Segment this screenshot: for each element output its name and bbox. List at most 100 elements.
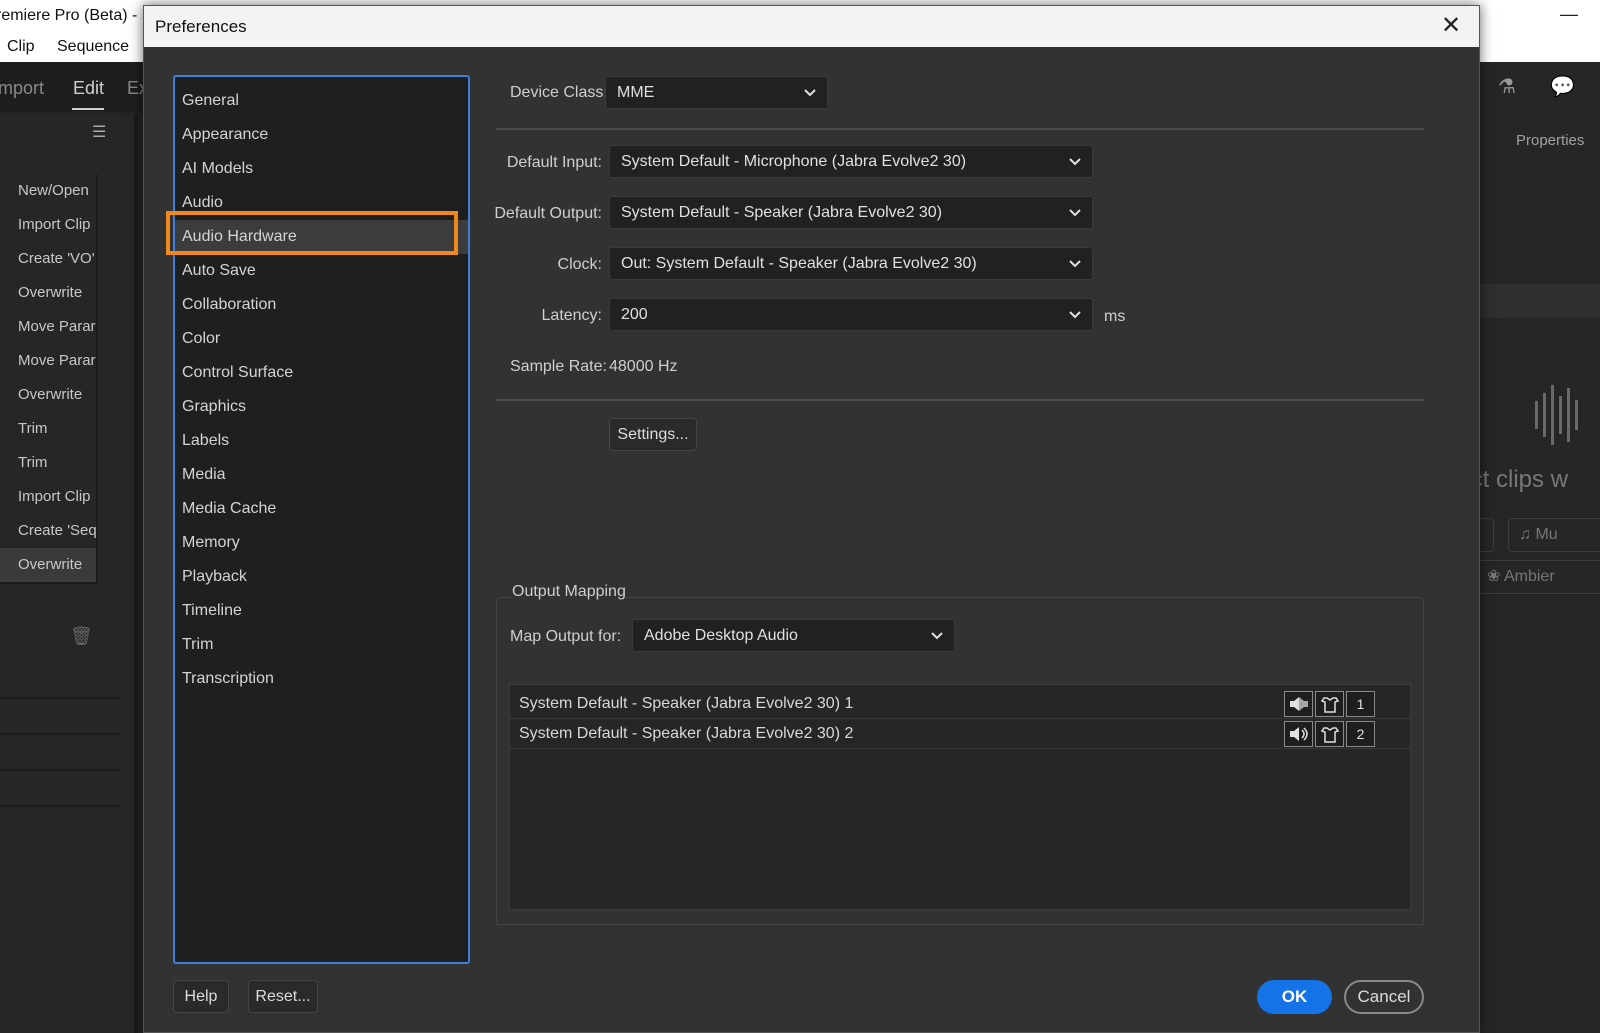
ambience-icon: ❀ — [1487, 568, 1504, 585]
shirt-icon[interactable] — [1315, 691, 1344, 717]
category-audio[interactable]: Audio — [175, 186, 468, 220]
divider — [0, 697, 120, 699]
music-note-icon: ♫ — [1519, 526, 1536, 543]
category-audio-hardware[interactable]: Audio Hardware — [175, 220, 468, 254]
latency-dropdown[interactable]: 200 — [609, 298, 1093, 331]
minimize-icon[interactable]: — — [1560, 4, 1578, 25]
ok-button[interactable]: OK — [1257, 980, 1332, 1014]
clock-value: Out: System Default - Speaker (Jabra Evo… — [621, 255, 977, 272]
history-panel: ☰ New/Open Import Clip Create 'VO' Overw… — [0, 114, 138, 1033]
default-output-dropdown[interactable]: System Default - Speaker (Jabra Evolve2 … — [609, 196, 1093, 229]
music-chip[interactable]: ♫ Mu — [1508, 518, 1600, 552]
history-item[interactable]: Trim — [0, 412, 96, 446]
device-class-label: Device Class: — [510, 84, 608, 101]
close-icon[interactable]: ✕ — [1435, 10, 1467, 42]
divider — [0, 805, 120, 807]
default-input-value: System Default - Microphone (Jabra Evolv… — [621, 153, 967, 170]
channel-2-badge[interactable]: 2 — [1346, 721, 1375, 747]
settings-button[interactable]: Settings... — [609, 418, 697, 451]
history-item[interactable]: Overwrite — [0, 378, 96, 412]
speaker-icon[interactable] — [1284, 691, 1313, 717]
map-output-value: Adobe Desktop Audio — [644, 627, 798, 644]
help-button[interactable]: Help — [173, 980, 229, 1013]
default-input-label: Default Input: — [506, 154, 602, 171]
latency-unit: ms — [1104, 308, 1126, 325]
category-appearance[interactable]: Appearance — [175, 118, 468, 152]
category-transcription[interactable]: Transcription — [175, 662, 468, 696]
trash-icon[interactable]: 🗑 — [70, 626, 93, 647]
category-list: General Appearance AI Models Audio Audio… — [173, 75, 470, 964]
default-output-label: Default Output: — [494, 205, 602, 222]
map-output-label: Map Output for: — [510, 628, 622, 645]
history-item[interactable]: Import Clip — [0, 480, 96, 514]
category-color[interactable]: Color — [175, 322, 468, 356]
history-item[interactable]: Create 'Seq — [0, 514, 96, 548]
ambience-chip-label: Ambier — [1503, 568, 1555, 585]
ambience-chip[interactable]: ❀ Ambier — [1476, 560, 1600, 594]
menu-clip[interactable]: Clip — [7, 38, 35, 56]
panel-menu-icon[interactable]: ☰ — [92, 122, 106, 142]
chevron-down-icon — [1069, 311, 1081, 319]
history-item[interactable]: Trim — [0, 446, 96, 480]
history-item[interactable]: Overwrite — [0, 548, 96, 582]
menu-sequence[interactable]: Sequence — [57, 38, 129, 56]
category-control-surface[interactable]: Control Surface — [175, 356, 468, 390]
shirt-icon[interactable] — [1315, 721, 1344, 747]
history-item[interactable]: Create 'VO' — [0, 242, 96, 276]
category-general[interactable]: General — [175, 84, 468, 118]
cancel-button[interactable]: Cancel — [1344, 980, 1424, 1014]
workspace-active-indicator — [72, 108, 104, 110]
history-item[interactable]: Move Parar — [0, 344, 96, 378]
speaker-icon[interactable] — [1284, 721, 1313, 747]
category-media[interactable]: Media — [175, 458, 468, 492]
chevron-down-icon — [931, 632, 943, 640]
divider — [496, 399, 1424, 401]
category-labels[interactable]: Labels — [175, 424, 468, 458]
sample-rate-label: Sample Rate: — [510, 358, 607, 375]
device-class-dropdown[interactable]: MME — [605, 76, 828, 109]
history-item[interactable]: Overwrite — [0, 276, 96, 310]
reset-button[interactable]: Reset... — [248, 980, 318, 1013]
properties-tab[interactable]: Properties — [1516, 132, 1584, 149]
history-item[interactable]: New/Open — [0, 174, 96, 208]
mapping-row-label: System Default - Speaker (Jabra Evolve2 … — [519, 695, 854, 712]
beta-flask-icon[interactable]: ⚗ — [1498, 74, 1516, 99]
category-graphics[interactable]: Graphics — [175, 390, 468, 424]
category-trim[interactable]: Trim — [175, 628, 468, 662]
category-memory[interactable]: Memory — [175, 526, 468, 560]
sample-rate-value: 48000 Hz — [609, 358, 678, 375]
divider — [0, 733, 120, 735]
divider — [0, 769, 120, 771]
divider — [496, 128, 1424, 130]
waveform-icon — [1535, 385, 1578, 445]
app-title: remiere Pro (Beta) - — [0, 7, 138, 24]
map-output-dropdown[interactable]: Adobe Desktop Audio — [632, 619, 955, 652]
category-playback[interactable]: Playback — [175, 560, 468, 594]
output-mapping-title: Output Mapping — [512, 583, 626, 601]
history-item[interactable]: Move Parar — [0, 310, 96, 344]
category-media-cache[interactable]: Media Cache — [175, 492, 468, 526]
clock-dropdown[interactable]: Out: System Default - Speaker (Jabra Evo… — [609, 247, 1093, 280]
mapping-row[interactable]: System Default - Speaker (Jabra Evolve2 … — [510, 719, 1410, 749]
category-ai-models[interactable]: AI Models — [175, 152, 468, 186]
mapping-row[interactable]: System Default - Speaker (Jabra Evolve2 … — [510, 689, 1410, 719]
category-timeline[interactable]: Timeline — [175, 594, 468, 628]
chevron-down-icon — [1069, 260, 1081, 268]
default-input-dropdown[interactable]: System Default - Microphone (Jabra Evolv… — [609, 145, 1093, 178]
channel-1-badge[interactable]: 1 — [1346, 691, 1375, 717]
music-chip-label: Mu — [1535, 526, 1558, 543]
chevron-down-icon — [1069, 158, 1081, 166]
category-collaboration[interactable]: Collaboration — [175, 288, 468, 322]
feedback-icon[interactable]: 💬 — [1550, 74, 1575, 99]
history-item[interactable]: Import Clip — [0, 208, 96, 242]
chevron-down-icon — [1069, 209, 1081, 217]
mapping-row-label: System Default - Speaker (Jabra Evolve2 … — [519, 725, 854, 742]
output-mapping-list: System Default - Speaker (Jabra Evolve2 … — [509, 684, 1411, 910]
workspace-tab-edit[interactable]: Edit — [73, 78, 104, 99]
latency-value: 200 — [621, 306, 648, 323]
device-class-value: MME — [617, 84, 655, 101]
workspace-tab-import[interactable]: mport — [0, 78, 44, 99]
history-list: New/Open Import Clip Create 'VO' Overwri… — [0, 174, 98, 584]
category-auto-save[interactable]: Auto Save — [175, 254, 468, 288]
chevron-down-icon — [804, 89, 816, 97]
